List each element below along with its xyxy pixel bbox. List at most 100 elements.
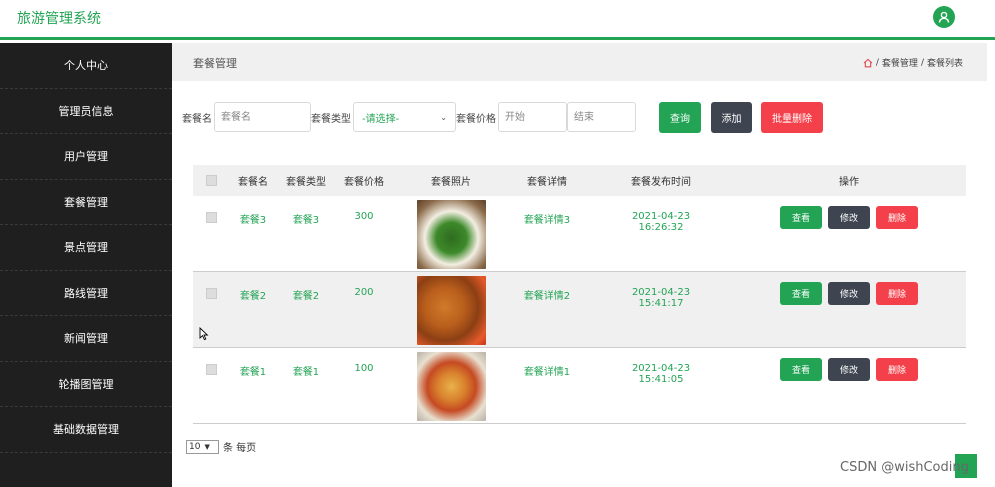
cell-detail[interactable]: 套餐详情1 <box>517 363 577 378</box>
table-header: 套餐名 套餐类型 套餐价格 套餐照片 套餐详情 套餐发布时间 操作 <box>193 165 966 196</box>
edit-button[interactable]: 修改 <box>828 206 870 229</box>
button-label: 查看 <box>791 290 810 300</box>
sidebar-item-label: 个人中心 <box>64 59 108 73</box>
chevron-down-icon: ⌄ <box>440 112 447 122</box>
sidebar-item-label: 基础数据管理 <box>53 423 119 437</box>
cell-name: 套餐1 <box>239 367 267 378</box>
button-label: 修改 <box>839 366 858 376</box>
sidebar-item-label: 管理员信息 <box>58 104 114 118</box>
view-button[interactable]: 查看 <box>780 206 822 229</box>
row-checkbox[interactable] <box>206 288 217 299</box>
cell-detail[interactable]: 套餐详情3 <box>517 211 577 226</box>
type-label: 套餐类型 <box>311 113 351 125</box>
page-title: 套餐管理 <box>193 57 237 70</box>
view-button[interactable]: 查看 <box>780 358 822 381</box>
button-label: 添加 <box>721 113 742 125</box>
delete-button[interactable]: 删除 <box>876 206 918 229</box>
column-header: 套餐照片 <box>431 177 471 188</box>
sidebar-item-label: 路线管理 <box>64 286 108 300</box>
column-header: 套餐详情 <box>527 177 567 188</box>
sidebar-item-package-management[interactable]: 套餐管理 <box>0 180 172 225</box>
edit-button[interactable]: 修改 <box>828 358 870 381</box>
column-header: 操作 <box>839 177 859 188</box>
package-photo <box>417 352 486 421</box>
breadcrumb-separator: / <box>920 57 924 68</box>
breadcrumb-item[interactable]: 套餐管理 <box>882 56 918 69</box>
page-size-value: 10 <box>189 441 201 452</box>
button-label: 删除 <box>887 366 906 376</box>
button-label: 查看 <box>791 214 810 224</box>
column-header: 套餐名 <box>238 177 268 188</box>
sidebar-item-user-management[interactable]: 用户管理 <box>0 134 172 180</box>
column-header: 套餐发布时间 <box>631 177 691 188</box>
button-label: 删除 <box>887 290 906 300</box>
batch-delete-button[interactable]: 批量删除 <box>761 101 823 133</box>
price-end-input[interactable] <box>567 102 636 132</box>
select-value: -请选择- <box>362 113 400 125</box>
title-bar: 套餐管理 / 套餐管理 / 套餐列表 <box>172 43 987 81</box>
package-type-select[interactable]: -请选择- ⌄ <box>353 102 456 132</box>
row-checkbox[interactable] <box>206 364 217 375</box>
button-label: 批量删除 <box>772 113 812 125</box>
sidebar-item-route-management[interactable]: 路线管理 <box>0 271 172 316</box>
cell-type: 套餐3 <box>292 215 320 226</box>
package-photo <box>417 200 486 269</box>
search-bar: 套餐名 套餐类型 -请选择- ⌄ 套餐价格 查询 添加 批量删除 <box>182 101 823 133</box>
price-label: 套餐价格 <box>456 113 496 125</box>
cell-price: 200 <box>354 287 374 298</box>
sidebar: 个人中心 管理员信息 用户管理 套餐管理 景点管理 路线管理 新闻管理 轮播图管… <box>0 43 172 487</box>
cell-type: 套餐1 <box>292 367 320 378</box>
cell-time: 2021-04-23 15:41:17 <box>631 287 691 309</box>
table-row: 套餐3 套餐3 300 套餐详情3 2021-04-23 16:26:32 查看… <box>193 196 966 272</box>
user-icon[interactable] <box>933 6 955 28</box>
sidebar-item-label: 新闻管理 <box>64 332 108 346</box>
sidebar-item-carousel-management[interactable]: 轮播图管理 <box>0 362 172 407</box>
sidebar-item-admin-info[interactable]: 管理员信息 <box>0 89 172 134</box>
breadcrumb-separator: / <box>875 57 879 68</box>
sidebar-item-spot-management[interactable]: 景点管理 <box>0 225 172 271</box>
pagination: 10 ▼ 条 每页 <box>186 439 256 454</box>
delete-button[interactable]: 删除 <box>876 358 918 381</box>
table-row: 套餐1 套餐1 100 套餐详情1 2021-04-23 15:41:05 查看… <box>193 348 966 424</box>
button-label: 修改 <box>839 290 858 300</box>
column-header: 套餐类型 <box>286 177 326 188</box>
watermark: CSDN @wishCoding <box>840 460 969 475</box>
top-header: 旅游管理系统 <box>0 0 995 40</box>
view-button[interactable]: 查看 <box>780 282 822 305</box>
price-start-input[interactable] <box>498 102 567 132</box>
package-photo <box>417 276 486 345</box>
add-button[interactable]: 添加 <box>711 101 752 133</box>
cell-time: 2021-04-23 15:41:05 <box>631 363 691 385</box>
sidebar-item-basic-data-management[interactable]: 基础数据管理 <box>0 407 172 453</box>
package-name-input[interactable] <box>214 102 311 132</box>
breadcrumb: / 套餐管理 / 套餐列表 <box>863 56 963 69</box>
app-title: 旅游管理系统 <box>17 11 101 27</box>
sidebar-item-label: 套餐管理 <box>64 195 108 209</box>
chevron-down-icon: ▼ <box>204 442 210 451</box>
breadcrumb-item: 套餐列表 <box>926 59 963 69</box>
select-all-checkbox[interactable] <box>206 175 217 186</box>
main-content: 套餐管理 / 套餐管理 / 套餐列表 套餐名 套餐类型 -请选择- ⌄ 套餐价格… <box>172 43 995 487</box>
edit-button[interactable]: 修改 <box>828 282 870 305</box>
mouse-cursor-icon <box>199 326 209 344</box>
sidebar-item-label: 轮播图管理 <box>58 377 114 391</box>
cell-price: 100 <box>354 363 374 374</box>
package-table: 套餐名 套餐类型 套餐价格 套餐照片 套餐详情 套餐发布时间 操作 套餐3 套餐… <box>193 165 966 424</box>
cell-price: 300 <box>354 211 374 222</box>
sidebar-item-news-management[interactable]: 新闻管理 <box>0 316 172 362</box>
row-checkbox[interactable] <box>206 212 217 223</box>
cell-detail[interactable]: 套餐详情2 <box>517 287 577 302</box>
cell-name: 套餐2 <box>239 291 267 302</box>
sidebar-item-label: 景点管理 <box>64 241 108 255</box>
cell-name: 套餐3 <box>239 215 267 226</box>
sidebar-item-label: 用户管理 <box>64 150 108 164</box>
page-size-select[interactable]: 10 ▼ <box>186 439 219 454</box>
button-label: 修改 <box>839 214 858 224</box>
query-button[interactable]: 查询 <box>659 101 701 133</box>
button-label: 删除 <box>887 214 906 224</box>
home-icon[interactable] <box>863 58 873 68</box>
column-header: 套餐价格 <box>344 177 384 188</box>
delete-button[interactable]: 删除 <box>876 282 918 305</box>
sidebar-item-personal-center[interactable]: 个人中心 <box>0 43 172 89</box>
per-page-label: 条 每页 <box>223 443 257 454</box>
